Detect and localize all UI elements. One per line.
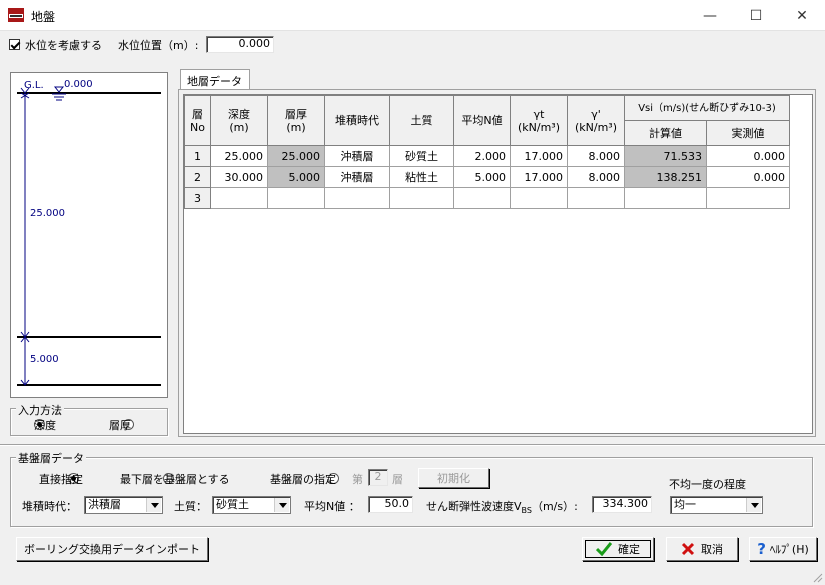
chevron-down-icon: [146, 498, 161, 512]
minimize-button[interactable]: —: [687, 0, 733, 31]
input-method-thickness-label: 層厚: [109, 419, 131, 432]
base-layer-number-input[interactable]: 2: [368, 469, 388, 486]
grid-container: 層 No 深度 (m) 層厚 (m) 堆積時代 土質 平均N値 γt (kN/m³) γ…: [183, 94, 813, 434]
n-value-label: 平均N値 ：: [304, 500, 360, 513]
base-layer-group: [10, 457, 813, 527]
base-bottom-layer-label: 最下層を基盤層とする: [120, 473, 230, 486]
era-select[interactable]: 洪積層: [84, 496, 163, 514]
vs-label: せん断弾性波速度VBS（m/s）:: [426, 500, 578, 516]
input-method-title: 入力方法: [16, 402, 64, 418]
separator: [0, 444, 825, 446]
help-question-icon: ?: [757, 540, 766, 558]
maximize-icon: ☐: [749, 7, 763, 24]
cancel-x-icon: [681, 542, 695, 556]
window-title: 地盤: [31, 10, 56, 24]
header-depth: 深度 (m): [210, 95, 268, 146]
water-position-label: 水位位置（m）:: [118, 39, 199, 52]
ok-button[interactable]: 確定: [582, 537, 654, 561]
table-row[interactable]: 1 25.000 25.000 沖積層 砂質土 2.000 17.000 8.0…: [184, 145, 790, 167]
maximize-button[interactable]: ☐: [733, 0, 779, 31]
water-level-checkbox[interactable]: [9, 39, 20, 50]
header-gamma-t: γt (kN/m³): [510, 95, 568, 146]
check-icon: [596, 542, 612, 556]
vs-input[interactable]: 334.300: [592, 496, 652, 513]
close-icon: ✕: [796, 7, 808, 24]
soil-label: 土質：: [174, 500, 207, 513]
era-label: 堆積時代：: [22, 500, 77, 513]
input-method-depth-label: 深度: [34, 419, 56, 432]
base-direct-label: 直接指定: [39, 473, 83, 486]
header-thickness: 層厚 (m): [267, 95, 325, 146]
title-bar: 地盤 — ☐ ✕: [0, 0, 825, 31]
tab-panel: 層 No 深度 (m) 層厚 (m) 堆積時代 土質 平均N値 γt (kN/m³) γ…: [178, 89, 816, 437]
base-layer-title: 基盤層データ: [16, 450, 86, 466]
base-layer-prefix: 第: [352, 473, 363, 486]
base-layer-suffix: 層: [392, 473, 403, 486]
unevenness-select[interactable]: 均一: [670, 496, 763, 514]
soil-profile-diagram: [17, 86, 161, 386]
init-button[interactable]: 初期化: [418, 468, 489, 488]
header-era: 堆積時代: [324, 95, 390, 146]
minimize-icon: —: [703, 7, 717, 24]
header-layer-no: 層 No: [184, 95, 211, 146]
table-row[interactable]: 3: [184, 187, 790, 209]
chevron-down-icon: [746, 498, 761, 512]
tab-soil-layer-data[interactable]: 地層データ: [180, 69, 250, 90]
header-calc: 計算値: [624, 120, 707, 146]
header-measured: 実測値: [706, 120, 790, 146]
table-row[interactable]: 2 30.000 5.000 沖積層 粘性土 5.000 17.000 8.00…: [184, 166, 790, 188]
unevenness-label: 不均一度の程度: [669, 478, 746, 491]
close-button[interactable]: ✕: [779, 0, 825, 31]
gl-label: G.L.: [24, 80, 44, 91]
soil-profile-panel: G.L. 0.000 25.000 5.000: [10, 72, 168, 398]
chevron-down-icon: [274, 498, 289, 512]
water-position-input[interactable]: 0.000: [206, 36, 274, 53]
tab-label: 地層データ: [187, 75, 242, 88]
cancel-button[interactable]: 取消: [666, 537, 738, 561]
water-level-value: 0.000: [64, 79, 93, 90]
header-soil: 土質: [389, 95, 454, 146]
water-level-label: 水位を考慮する: [25, 39, 102, 52]
app-icon: [8, 8, 24, 22]
layer2-thickness-label: 5.000: [30, 354, 59, 365]
base-specify-label: 基盤層の指定: [270, 473, 336, 486]
boring-import-button[interactable]: ボーリング交換用データインポート: [16, 537, 208, 561]
soil-layer-table: 層 No 深度 (m) 層厚 (m) 堆積時代 土質 平均N値 γt (kN/m³) γ…: [184, 95, 790, 209]
layer1-thickness-label: 25.000: [30, 208, 65, 219]
soil-select[interactable]: 砂質土: [212, 496, 291, 514]
help-button[interactable]: ? ﾍﾙﾌﾟ(H): [749, 537, 817, 561]
n-value-input[interactable]: 50.0: [368, 496, 413, 513]
header-gamma-prime: γ' (kN/m³): [567, 95, 625, 146]
header-vsi: Vsi（m/s)(せん断ひずみ10-3): [624, 95, 790, 121]
resize-grip-icon[interactable]: [812, 572, 823, 583]
header-n-avg: 平均N値: [453, 95, 511, 146]
